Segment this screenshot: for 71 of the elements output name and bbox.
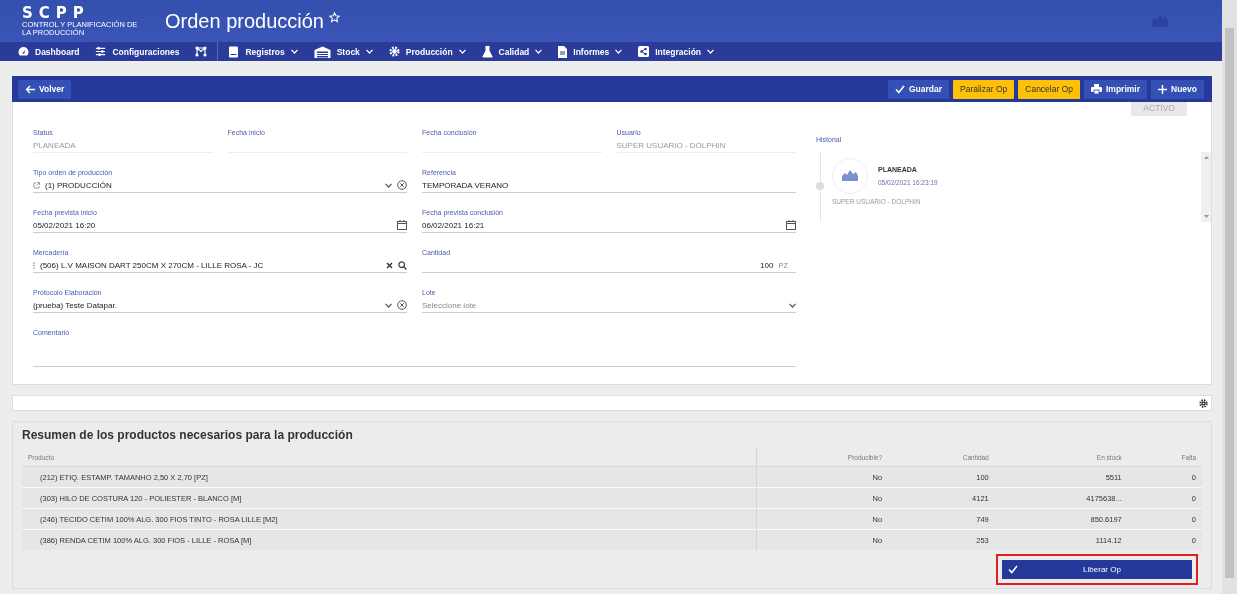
nav-menu-item[interactable]: Registros bbox=[220, 42, 306, 61]
drag-handle-icon[interactable] bbox=[33, 261, 35, 269]
favorite-star-icon[interactable] bbox=[329, 12, 340, 23]
app-logo[interactable]: SCPP bbox=[22, 5, 147, 21]
nav-menu-item[interactable]: Calidad bbox=[473, 42, 551, 61]
nav-menu-item[interactable]: Informes bbox=[550, 42, 631, 61]
nav-menu-item[interactable]: Integración bbox=[630, 42, 723, 61]
caret-icon bbox=[535, 49, 543, 54]
sliders-icon bbox=[95, 46, 107, 57]
gear-icon bbox=[388, 46, 400, 57]
plus-icon bbox=[1158, 84, 1167, 94]
release-button[interactable]: Liberar Op bbox=[1002, 560, 1192, 579]
document-icon bbox=[558, 45, 568, 58]
flask-icon bbox=[481, 45, 493, 58]
page-title: Orden producción bbox=[165, 9, 324, 33]
warehouse-icon bbox=[313, 45, 331, 58]
back-arrow-icon bbox=[25, 84, 35, 94]
caret-icon bbox=[290, 49, 298, 54]
check-icon bbox=[1008, 565, 1018, 574]
printer-icon bbox=[1091, 84, 1102, 94]
field-value: PLANEADA bbox=[33, 140, 77, 150]
nav-menu-item[interactable]: Stock bbox=[305, 42, 381, 61]
dropdown-field[interactable]: (prueba) Teste Datapar. bbox=[33, 298, 407, 313]
new-button[interactable]: Nuevo bbox=[1151, 79, 1204, 99]
calendar-icon[interactable] bbox=[786, 220, 796, 230]
caret-icon bbox=[615, 49, 623, 54]
caret-icon bbox=[385, 302, 392, 308]
nav-menu-item[interactable]: Producción bbox=[380, 42, 474, 61]
field-value: 05/02/2021 16:20 bbox=[33, 220, 97, 230]
field-value: TEMPORADA VERANO bbox=[422, 180, 510, 190]
check-icon bbox=[894, 84, 905, 94]
field-value: (506) L.V MAISON DART 250CM X 270CM - LILLE ROSA - JC bbox=[40, 260, 265, 270]
nav-menu-item[interactable]: Dashboard bbox=[10, 42, 88, 61]
field-value: 06/02/2021 16:21 bbox=[422, 220, 486, 230]
caret-icon bbox=[789, 302, 796, 308]
section-title: Resumen de los productos necesarios para la producción bbox=[22, 428, 354, 442]
date-field[interactable]: 05/02/2021 16:20 bbox=[33, 218, 407, 233]
network-icon[interactable] bbox=[195, 46, 208, 57]
caret-icon bbox=[385, 182, 392, 188]
action-button[interactable]: Cancelar Op bbox=[1018, 79, 1080, 99]
input-field[interactable]: TEMPORADA VERANO bbox=[422, 178, 796, 193]
external-link-icon[interactable] bbox=[33, 181, 40, 189]
field-value: SUPER USUARIO - DOLPHIN bbox=[616, 140, 727, 150]
field-value: (prueba) Teste Datapar. bbox=[33, 300, 118, 310]
back-button[interactable]: Volver bbox=[18, 79, 72, 99]
book-icon bbox=[228, 45, 240, 58]
calendar-icon[interactable] bbox=[397, 220, 407, 230]
nav-menu-item[interactable]: Configuraciones bbox=[87, 42, 188, 61]
dropdown-field[interactable]: Seleccione lote bbox=[422, 298, 796, 313]
search-field[interactable]: (506) L.V MAISON DART 250CM X 270CM - LILLE ROSA - JC bbox=[33, 258, 407, 273]
dashboard-icon bbox=[18, 46, 29, 57]
field-placeholder: Seleccione lote bbox=[422, 300, 478, 310]
search-icon[interactable] bbox=[398, 260, 407, 270]
caret-icon bbox=[707, 49, 715, 54]
caret-icon bbox=[365, 49, 373, 54]
status-badge: ACTIVO bbox=[1131, 102, 1187, 116]
clear-icon[interactable] bbox=[397, 300, 407, 310]
clear-icon[interactable] bbox=[397, 180, 407, 190]
action-button[interactable]: Paralizar Op bbox=[953, 79, 1015, 99]
dropdown-field[interactable]: (1) PRODUCCIÓN bbox=[33, 178, 407, 193]
print-button[interactable]: Imprimir bbox=[1084, 79, 1147, 99]
field-value: 100 bbox=[759, 260, 774, 270]
field-value: (1) PRODUCCIÓN bbox=[45, 180, 113, 190]
scrollbar[interactable] bbox=[1222, 0, 1237, 594]
clear-icon[interactable] bbox=[386, 261, 393, 269]
settings-icon[interactable] bbox=[1199, 398, 1208, 408]
caret-icon bbox=[458, 49, 466, 54]
date-field[interactable]: 06/02/2021 16:21 bbox=[422, 218, 796, 233]
share-icon bbox=[638, 46, 650, 57]
timeline-drawing bbox=[816, 152, 824, 222]
save-button[interactable]: Guardar bbox=[887, 79, 950, 99]
